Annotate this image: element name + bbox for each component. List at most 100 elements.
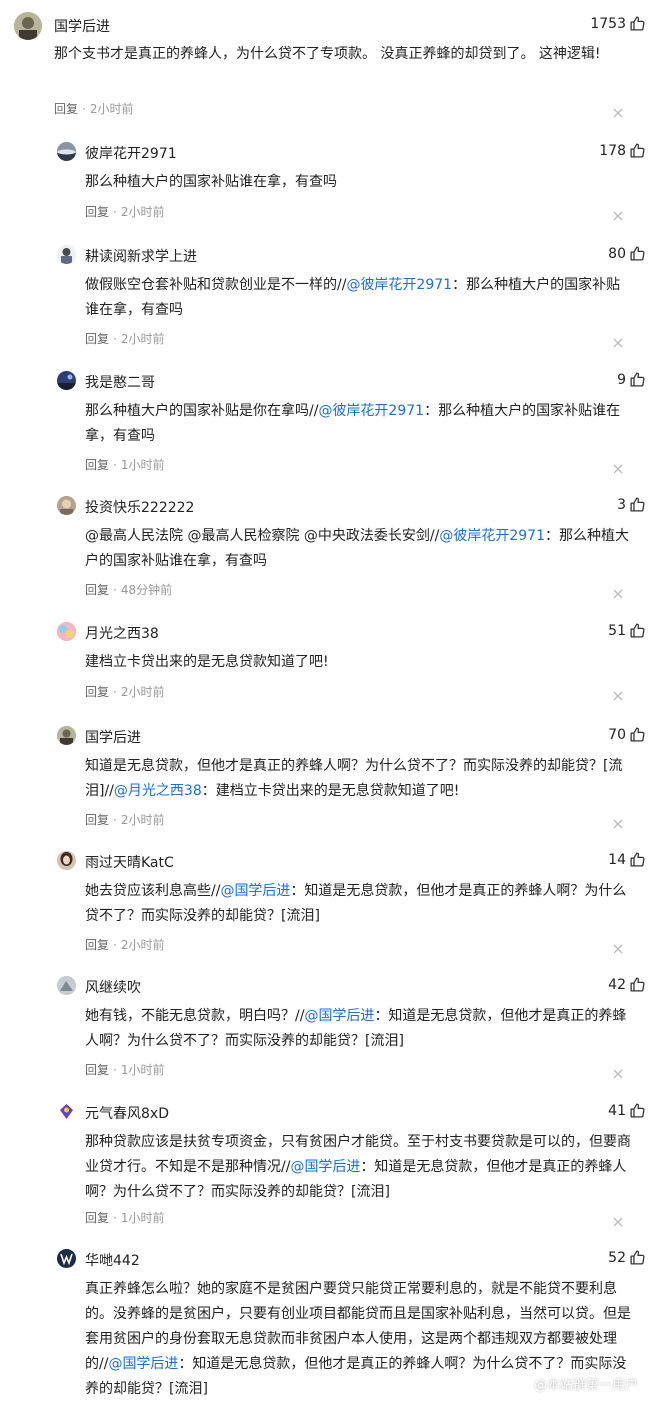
thumbs-up-icon[interactable] [629,851,646,868]
avatar[interactable] [14,12,42,40]
username[interactable]: 我是憨二哥 [85,372,155,392]
comment-text-segment: 建档立卡贷出来的是无息贷款知道了吧! [85,654,329,670]
username[interactable]: 投资快乐222222 [85,497,194,517]
username[interactable]: 国学后进 [85,727,141,747]
comment-meta: 回复 · 2小时前 [85,205,165,219]
mention-link[interactable]: @国学后进 [304,1008,374,1024]
watermark: @本站群第一用户 [533,1378,638,1393]
close-icon[interactable] [613,206,623,221]
comment-meta: 回复 · 1小时前 [85,458,165,472]
comment-text: 她去贷应该利息高些//@国学后进：知道是无息贷款，但他才是真正的养蜂人啊？为什么… [85,879,633,929]
close-icon[interactable] [613,459,623,474]
comment-text: 建档立卡贷出来的是无息贷款知道了吧! [85,650,633,675]
thumbs-up-icon[interactable] [629,142,646,159]
like-count: 9 [617,372,626,388]
close-icon[interactable] [613,814,623,829]
username[interactable]: 雨过天晴KatC [85,852,174,872]
mention-link[interactable]: @国学后进 [290,1159,360,1175]
like-count: 80 [608,246,626,262]
close-icon[interactable] [613,686,623,701]
comment-meta: 回复 · 1小时前 [85,1063,165,1077]
comment-text: 她有钱，不能无息贷款，明白吗？//@国学后进：知道是无息贷款，但他才是真正的养蜂… [85,1004,633,1054]
avatar[interactable] [57,496,76,515]
close-icon[interactable] [613,939,623,954]
timestamp: 2小时前 [120,938,165,952]
thumbs-up-icon[interactable] [629,371,646,388]
thumbs-up-icon[interactable] [629,622,646,639]
avatar[interactable] [57,245,76,264]
comment-text-segment: 那么种植大户的国家补贴谁在拿，有查吗 [85,174,337,190]
thumbs-up-icon[interactable] [629,976,646,993]
comment-text: 做假账空仓套补贴和贷款创业是不一样的//@彼岸花开2971：那么种植大户的国家补… [85,273,633,323]
reply-button[interactable]: 回复 [85,1063,109,1077]
close-icon[interactable] [613,103,623,118]
mention-link[interactable]: @彼岸花开2971 [318,403,424,419]
like-count: 3 [617,497,626,513]
timestamp: 2小时前 [120,205,165,219]
timestamp: 2小时前 [120,813,165,827]
mention-link[interactable]: @彼岸花开2971 [346,277,452,293]
avatar[interactable] [57,851,76,870]
reply-button[interactable]: 回复 [85,458,109,472]
mention-link[interactable]: @国学后进 [220,883,290,899]
close-icon[interactable] [613,333,623,348]
avatar[interactable] [57,1102,76,1121]
comment-text-segment: 她有钱，不能无息贷款，明白吗？// [85,1008,305,1024]
username[interactable]: 彼岸花开2971 [85,143,177,163]
mention-link[interactable]: @国学后进 [108,1356,178,1372]
comment-meta: 回复 · 2小时前 [85,813,165,827]
thumbs-up-icon[interactable] [629,496,646,513]
thumbs-up-icon[interactable] [629,15,646,32]
timestamp: 2小时前 [120,685,165,699]
thumbs-up-icon[interactable] [629,726,646,743]
comment-meta: 回复 · 2小时前 [54,102,134,116]
comment-text-segment: 她去贷应该利息高些// [85,883,221,899]
timestamp: 2小时前 [89,102,134,116]
reply-button[interactable]: 回复 [85,938,109,952]
username[interactable]: 元气春风8xD [85,1103,169,1123]
username[interactable]: 华哋442 [85,1250,140,1270]
close-icon[interactable] [613,1212,623,1227]
reply-button[interactable]: 回复 [85,813,109,827]
thumbs-up-icon[interactable] [629,245,646,262]
close-icon[interactable] [613,1064,623,1079]
close-icon[interactable] [613,584,623,599]
like-count: 14 [608,852,626,868]
like-count: 51 [608,623,626,639]
like-count: 178 [599,143,626,159]
thumbs-up-icon[interactable] [629,1102,646,1119]
reply-button[interactable]: 回复 [85,205,109,219]
comment-text: 那个支书才是真正的养蜂人，为什么贷不了专项款。 没真正养蜂的却贷到了。 这神逻辑… [54,42,638,67]
comment-text: @最高人民法院 @最高人民检察院 @中央政法委长安剑//@彼岸花开2971：那么… [85,524,633,574]
reply-button[interactable]: 回复 [85,685,109,699]
mention-link[interactable]: @彼岸花开2971 [439,528,545,544]
reply-button[interactable]: 回复 [85,332,109,346]
avatar[interactable] [57,726,76,745]
like-count: 42 [608,977,626,993]
avatar[interactable] [57,622,76,641]
like-count: 1753 [590,16,626,32]
thumbs-up-icon[interactable] [629,1249,646,1266]
timestamp: 1小时前 [120,1063,165,1077]
comment-meta: 回复 · 1小时前 [85,1211,165,1225]
comment-text-segment: 那个支书才是真正的养蜂人，为什么贷不了专项款。 没真正养蜂的却贷到了。 这神逻辑… [54,46,601,62]
like-count: 41 [608,1103,626,1119]
timestamp: 48分钟前 [120,583,173,597]
username[interactable]: 耕读阅新求学上进 [85,246,197,266]
timestamp: 1小时前 [120,458,165,472]
comment-text: 知道是无息贷款，但他才是真正的养蜂人啊？为什么贷不了？而实际没养的却能贷？[流泪… [85,754,633,804]
mention-link[interactable]: @月光之西38 [114,783,202,799]
reply-button[interactable]: 回复 [85,583,109,597]
username[interactable]: 风继续吹 [85,977,141,997]
comment-text-segment: @最高人民法院 @最高人民检察院 @中央政法委长安剑// [85,528,440,544]
username[interactable]: 国学后进 [54,16,110,36]
comment-text: 那么种植大户的国家补贴是你在拿吗//@彼岸花开2971：那么种植大户的国家补贴谁… [85,399,633,449]
avatar[interactable] [57,142,76,161]
username[interactable]: 月光之西38 [85,623,159,643]
avatar[interactable] [57,1249,76,1268]
reply-button[interactable]: 回复 [85,1211,109,1225]
reply-button[interactable]: 回复 [54,102,78,116]
avatar[interactable] [57,976,76,995]
timestamp: 1小时前 [120,1211,165,1225]
avatar[interactable] [57,371,76,390]
